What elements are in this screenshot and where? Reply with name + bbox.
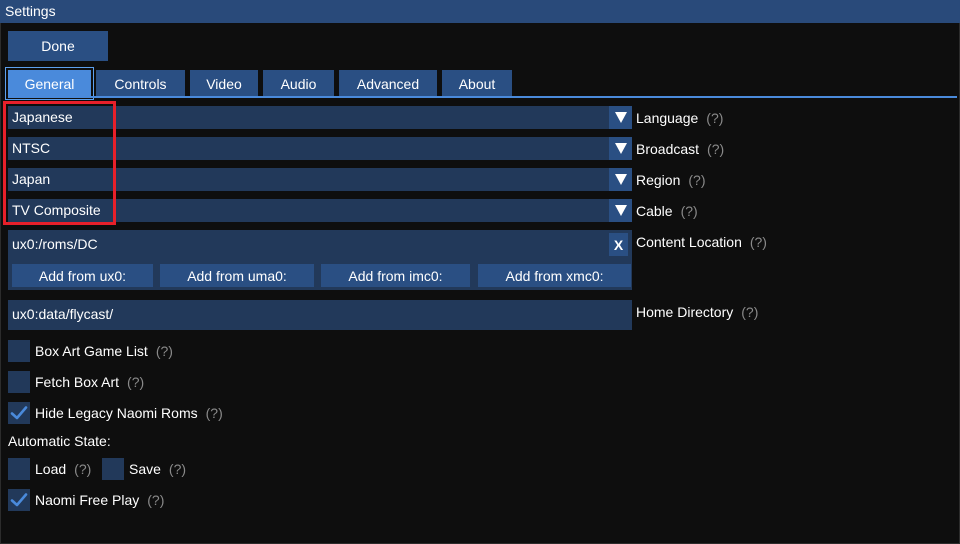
help-marker[interactable]: (?) <box>681 203 698 219</box>
help-marker[interactable]: (?) <box>156 343 173 359</box>
fetch-box-art-label: Fetch Box Art (?) <box>35 374 145 390</box>
language-label: Language (?) <box>636 110 724 126</box>
save-checkbox[interactable] <box>102 458 124 480</box>
home-directory-value: ux0:data/flycast/ <box>12 306 114 322</box>
home-directory-input[interactable]: ux0:data/flycast/ <box>8 300 632 330</box>
tab-general[interactable]: General <box>5 67 94 100</box>
chevron-down-icon[interactable] <box>609 137 632 160</box>
chevron-down-icon[interactable] <box>609 199 632 222</box>
help-marker[interactable]: (?) <box>706 110 723 126</box>
window-title: Settings <box>0 0 960 23</box>
done-button[interactable]: Done <box>8 31 108 61</box>
tab-underline <box>8 96 957 98</box>
hide-legacy-naomi-roms-checkbox[interactable] <box>8 402 30 424</box>
help-marker[interactable]: (?) <box>750 234 767 250</box>
fetch-box-art-checkbox[interactable] <box>8 371 30 393</box>
broadcast-label: Broadcast (?) <box>636 141 725 157</box>
remove-path-button[interactable]: X <box>609 233 628 256</box>
cable-label: Cable (?) <box>636 203 698 219</box>
checkmark-icon <box>10 406 28 420</box>
content-location-label: Content Location (?) <box>636 234 767 250</box>
tab-audio[interactable]: Audio <box>263 70 334 97</box>
help-marker[interactable]: (?) <box>169 461 186 477</box>
naomi-free-play-checkbox[interactable] <box>8 489 30 511</box>
help-marker[interactable]: (?) <box>741 304 758 320</box>
tab-controls[interactable]: Controls <box>96 70 185 97</box>
box-art-game-list-checkbox[interactable] <box>8 340 30 362</box>
help-marker[interactable]: (?) <box>688 172 705 188</box>
add-from-ux0-button[interactable]: Add from ux0: <box>12 264 153 287</box>
add-from-xmc0-button[interactable]: Add from xmc0: <box>478 264 631 287</box>
naomi-free-play-label: Naomi Free Play (?) <box>35 492 165 508</box>
add-from-imc0-button[interactable]: Add from imc0: <box>321 264 470 287</box>
add-from-uma0-button[interactable]: Add from uma0: <box>160 264 314 287</box>
load-checkbox[interactable] <box>8 458 30 480</box>
box-art-game-list-label: Box Art Game List (?) <box>35 343 173 359</box>
tab-advanced[interactable]: Advanced <box>339 70 437 97</box>
automatic-state-heading: Automatic State: <box>8 433 111 449</box>
hide-legacy-naomi-roms-label: Hide Legacy Naomi Roms (?) <box>35 405 223 421</box>
chevron-down-icon[interactable] <box>609 168 632 191</box>
help-marker[interactable]: (?) <box>127 374 144 390</box>
help-marker[interactable]: (?) <box>707 141 724 157</box>
save-label: Save (?) <box>129 461 187 477</box>
tab-video[interactable]: Video <box>190 70 258 97</box>
help-marker[interactable]: (?) <box>147 492 164 508</box>
help-marker[interactable]: (?) <box>74 461 91 477</box>
chevron-down-icon[interactable] <box>609 106 632 129</box>
checkmark-icon <box>10 493 28 507</box>
content-path: ux0:/roms/DC <box>12 236 98 252</box>
load-label: Load (?) <box>35 461 92 477</box>
region-label: Region (?) <box>636 172 706 188</box>
help-marker[interactable]: (?) <box>206 405 223 421</box>
home-directory-label: Home Directory (?) <box>636 304 759 320</box>
highlight-box <box>3 101 116 225</box>
tab-about[interactable]: About <box>442 70 512 97</box>
